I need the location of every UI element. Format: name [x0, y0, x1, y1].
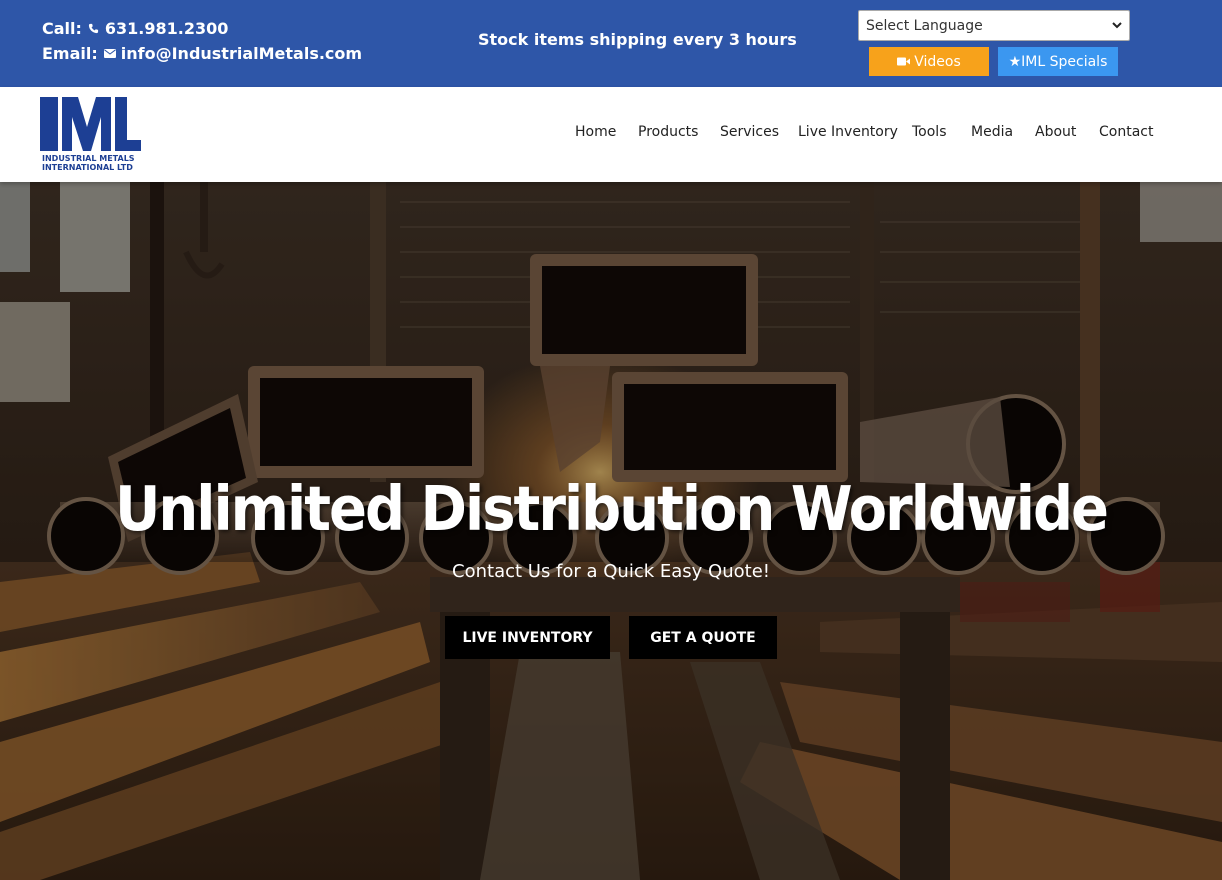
phone-number: 631.981.2300	[104, 19, 229, 38]
hero-title: Unlimited Distribution Worldwide	[114, 473, 1109, 546]
phone-icon	[88, 23, 100, 35]
phone-line[interactable]: Call: 631.981.2300	[42, 16, 362, 41]
videos-label: Videos	[914, 53, 961, 70]
email-label: Email:	[42, 44, 98, 63]
chevron-down-icon	[1112, 22, 1122, 29]
nav-contact[interactable]: Contact	[1099, 124, 1153, 140]
iml-specials-button[interactable]: ★IML Specials	[998, 47, 1118, 76]
nav-tools[interactable]: Tools	[912, 124, 947, 140]
nav-live-inventory[interactable]: Live Inventory	[798, 124, 898, 140]
nav-home[interactable]: Home	[575, 124, 616, 140]
get-a-quote-button[interactable]: GET A QUOTE	[629, 616, 777, 659]
top-bar: Call: 631.981.2300 Email: info@Industria…	[0, 0, 1222, 87]
nav-services[interactable]: Services	[720, 124, 779, 140]
call-label: Call:	[42, 19, 82, 38]
shipping-notice: Stock items shipping every 3 hours	[478, 30, 797, 49]
email-address: info@IndustrialMetals.com	[120, 44, 363, 63]
email-line[interactable]: Email: info@IndustrialMetals.com	[42, 41, 362, 66]
logo-line-2: INTERNATIONAL LTD	[42, 163, 133, 172]
live-inventory-button[interactable]: LIVE INVENTORY	[445, 616, 610, 659]
hero-subtitle: Contact Us for a Quick Easy Quote!	[452, 561, 770, 582]
logo-text: INDUSTRIAL METALS INTERNATIONAL LTD	[42, 154, 135, 172]
contact-info: Call: 631.981.2300 Email: info@Industria…	[42, 16, 362, 66]
hero-section: Unlimited Distribution Worldwide Contact…	[0, 182, 1222, 880]
nav-about[interactable]: About	[1035, 124, 1076, 140]
language-select[interactable]: Select Language	[858, 10, 1130, 41]
video-camera-icon	[897, 57, 911, 66]
nav-media[interactable]: Media	[971, 124, 1013, 140]
nav-products[interactable]: Products	[638, 124, 698, 140]
logo-line-1: INDUSTRIAL METALS	[42, 154, 135, 163]
videos-button[interactable]: Videos	[869, 47, 989, 76]
language-select-value: Select Language	[866, 17, 983, 34]
main-nav: Home Products Services Live Inventory To…	[0, 124, 1222, 144]
iml-specials-label: ★IML Specials	[1008, 53, 1108, 70]
envelope-icon	[103, 48, 116, 60]
main-header: INDUSTRIAL METALS INTERNATIONAL LTD Home…	[0, 87, 1222, 182]
